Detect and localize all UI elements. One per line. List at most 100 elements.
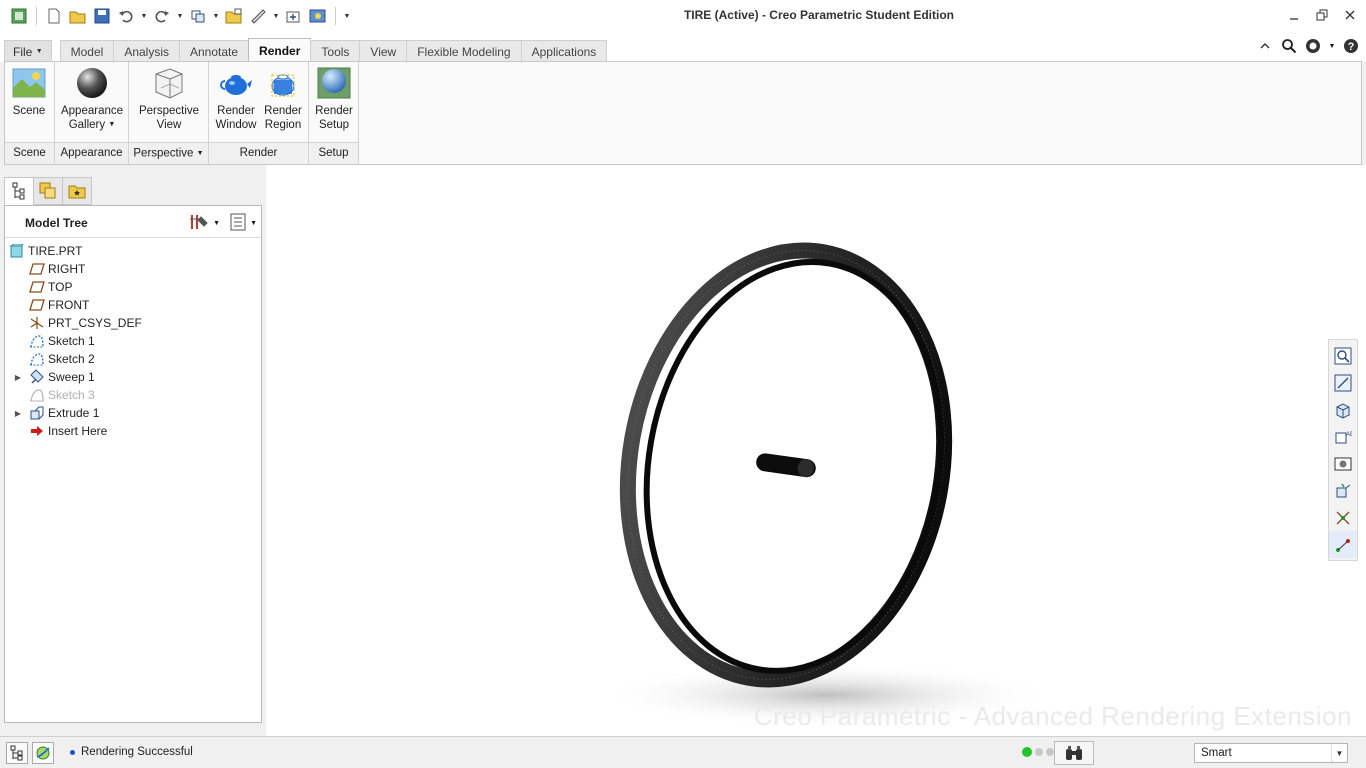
tab-favorites[interactable] [62, 177, 92, 205]
tree-node-datum-top[interactable]: TOP [5, 278, 255, 296]
expand-arrow-icon[interactable]: ▶ [13, 373, 23, 382]
ribbon-group-label-perspective[interactable]: Perspective ▼ [129, 142, 208, 164]
annotation-display-icon[interactable] [1329, 531, 1357, 558]
saved-orientations-icon[interactable]: AB [1329, 423, 1357, 450]
tab-tools[interactable]: Tools [310, 40, 361, 62]
selection-filter-value: Smart [1201, 747, 1232, 759]
extrude-icon [29, 405, 45, 421]
tab-view[interactable]: View [359, 40, 408, 62]
tree-node-part[interactable]: TIRE.PRT [5, 242, 255, 260]
tree-columns-icon[interactable] [230, 213, 246, 234]
perspective-view-button[interactable]: Perspective View [133, 66, 205, 132]
render-setup-label-2: Setup [318, 119, 350, 131]
sketch-hidden-icon [29, 387, 45, 403]
tab-file[interactable]: File ▼ [4, 40, 52, 62]
tab-flexible-modeling[interactable]: Flexible Modeling [406, 40, 522, 62]
tab-file-label: File [13, 44, 33, 59]
tree-node-label: Sketch 1 [48, 334, 95, 348]
minimize-ribbon-icon[interactable] [1256, 37, 1274, 55]
tab-render[interactable]: Render [248, 38, 312, 62]
toggle-browser-icon[interactable] [32, 742, 54, 764]
status-light [1046, 748, 1054, 756]
ribbon-group-scene: Scene Scene [5, 62, 55, 164]
tab-annotate[interactable]: Annotate [179, 40, 250, 62]
community-icon[interactable] [1304, 37, 1322, 55]
message-bullet-icon [70, 749, 75, 755]
selection-filter-dropdown[interactable]: Smart ▼ [1194, 743, 1348, 763]
datum-display-icon[interactable] [1329, 504, 1357, 531]
tree-node-label: TIRE.PRT [28, 244, 83, 258]
tree-node-sketch-2[interactable]: Sketch 2 [5, 350, 255, 368]
find-button[interactable] [1054, 741, 1094, 765]
tree-node-label: Sweep 1 [48, 370, 95, 384]
render-setup-icon [317, 66, 351, 100]
tree-node-label: Sketch 2 [48, 352, 95, 366]
tree-node-datum-right[interactable]: RIGHT [5, 260, 255, 278]
rendering-watermark: Creo Parametric - Advanced Rendering Ext… [753, 701, 1352, 731]
sketch-icon [29, 333, 45, 349]
expand-arrow-icon[interactable]: ▶ [13, 409, 23, 418]
teapot-region-icon [266, 66, 300, 100]
tab-applications[interactable]: Applications [520, 40, 608, 62]
zoom-icon[interactable] [1329, 342, 1357, 369]
appearance-gallery-button[interactable]: Appearance Gallery ▼ [57, 66, 127, 132]
tree-node-sketch-3[interactable]: Sketch 3 [5, 386, 255, 404]
close-icon[interactable] [1342, 6, 1358, 24]
tree-node-extrude-1[interactable]: ▶ Extrude 1 [5, 404, 255, 422]
ribbon-tab-bar: File ▼ Model Analysis Annotate Render To… [0, 32, 1366, 62]
navigator-panel: Model Tree ▼ ▼ TIRE.PRT RIGHT TOP FRONT … [0, 165, 266, 736]
datum-plane-icon [29, 297, 45, 313]
chevron-down-icon[interactable]: ▼ [250, 220, 257, 227]
render-region-label-1: Render [264, 105, 302, 117]
svg-text:AB: AB [1346, 432, 1352, 438]
view-manager-icon[interactable] [1329, 450, 1357, 477]
ribbon-group-label-render: Render [209, 142, 308, 164]
tab-model[interactable]: Model [59, 40, 115, 62]
ribbon-panel: Scene Scene Appearance Gallery ▼ Appeara… [4, 61, 1362, 165]
toggle-navigator-icon[interactable] [6, 742, 28, 764]
perspective-view-icon [152, 66, 186, 100]
ribbon-group-label-scene: Scene [5, 142, 54, 164]
render-region-button[interactable]: Render Region [261, 66, 305, 132]
datum-plane-icon [29, 261, 45, 277]
display-style-icon[interactable] [1329, 396, 1357, 423]
chevron-down-icon[interactable]: ▼ [1331, 744, 1347, 762]
tree-settings-icon[interactable] [189, 213, 209, 234]
render-region-label-2: Region [264, 119, 302, 131]
minimize-icon[interactable] [1286, 6, 1302, 24]
part-icon [9, 243, 25, 259]
model-tree-icon [12, 182, 25, 200]
insert-arrow-icon [29, 423, 45, 439]
tree-node-label: PRT_CSYS_DEF [48, 316, 142, 330]
render-window-button[interactable]: Render Window [213, 66, 259, 132]
tree-node-datum-front[interactable]: FRONT [5, 296, 255, 314]
tree-node-sweep-1[interactable]: ▶ Sweep 1 [5, 368, 255, 386]
chevron-down-icon: ▼ [35, 48, 43, 55]
render-window-label-1: Render [217, 105, 255, 117]
status-message-text: Rendering Successful [81, 746, 193, 758]
search-icon[interactable] [1280, 37, 1298, 55]
tree-node-csys[interactable]: PRT_CSYS_DEF [5, 314, 255, 332]
tab-analysis[interactable]: Analysis [113, 40, 180, 62]
scene-button[interactable]: Scene [9, 66, 49, 118]
chevron-down-icon[interactable]: ▼ [213, 220, 220, 227]
svg-text:?: ? [1348, 41, 1355, 53]
restore-icon[interactable] [1314, 6, 1330, 24]
tab-model-tree[interactable] [4, 177, 34, 205]
tab-folder-browser[interactable] [33, 177, 63, 205]
ribbon-group-label-appearance: Appearance [55, 142, 128, 164]
sweep-icon [29, 369, 45, 385]
tree-node-label: RIGHT [48, 262, 86, 276]
chevron-down-icon[interactable]: ▼ [1328, 37, 1336, 55]
tree-node-insert-here[interactable]: Insert Here [5, 422, 255, 440]
render-setup-label-1: Render [315, 105, 353, 117]
render-setup-button[interactable]: Render Setup [313, 66, 355, 132]
graphics-window[interactable]: Creo Parametric - Advanced Rendering Ext… [266, 165, 1366, 736]
rendered-tire-model [596, 242, 1056, 727]
chevron-down-icon: ▼ [196, 150, 204, 157]
help-icon[interactable]: ? [1342, 37, 1360, 55]
perspective-toggle-icon[interactable] [1329, 477, 1357, 504]
refit-icon[interactable] [1329, 369, 1357, 396]
window-title: TIRE (Active) - Creo Parametric Student … [683, 8, 955, 22]
tree-node-sketch-1[interactable]: Sketch 1 [5, 332, 255, 350]
